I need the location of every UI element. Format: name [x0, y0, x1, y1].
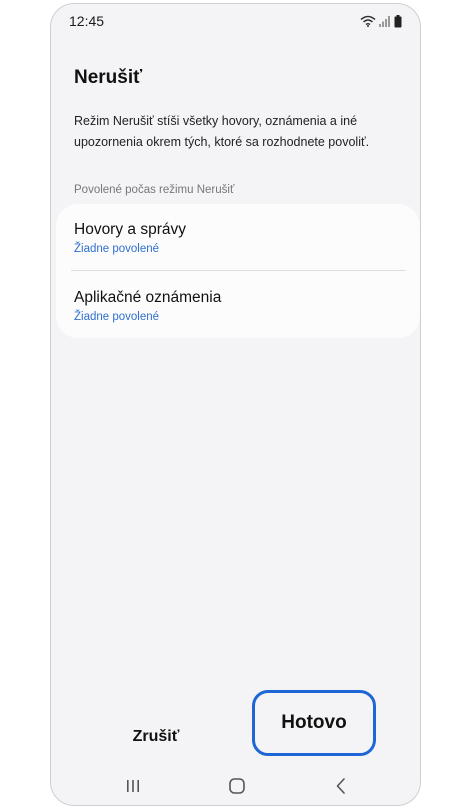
battery-icon	[394, 14, 402, 27]
phone-screen: 12:45 Nerušiť Režim Nerušiť stíši všetky…	[50, 3, 421, 806]
signal-icon	[379, 16, 390, 27]
wifi-icon	[360, 15, 376, 27]
item-title: Aplikačné oznámenia	[74, 289, 222, 306]
done-button-highlight: Hotovo	[252, 690, 376, 756]
item-subtitle: Žiadne povolené	[74, 311, 160, 323]
allowed-settings-card: Hovory a správy Žiadne povolené Aplikačn…	[56, 204, 420, 338]
section-header: Povolené počas režimu Nerušiť	[74, 184, 235, 196]
item-title: Hovory a správy	[74, 221, 186, 238]
status-bar: 12:45	[51, 4, 420, 38]
cancel-button[interactable]: Zrušiť	[116, 722, 196, 752]
divider	[71, 270, 406, 271]
recents-icon[interactable]	[121, 775, 145, 797]
page-description: Režim Nerušiť stíši všetky hovory, oznám…	[74, 114, 370, 149]
home-icon[interactable]	[225, 775, 249, 797]
done-button[interactable]: Hotovo	[255, 693, 373, 753]
status-icons	[360, 14, 402, 28]
calls-messages-item[interactable]: Hovory a správy Žiadne povolené	[56, 204, 420, 270]
navigation-bar	[51, 767, 420, 805]
item-subtitle: Žiadne povolené	[74, 243, 160, 255]
status-time: 12:45	[69, 13, 105, 29]
back-icon[interactable]	[329, 775, 353, 797]
page-title: Nerušiť	[74, 67, 143, 88]
app-notifications-item[interactable]: Aplikačné oznámenia Žiadne povolené	[56, 272, 420, 338]
